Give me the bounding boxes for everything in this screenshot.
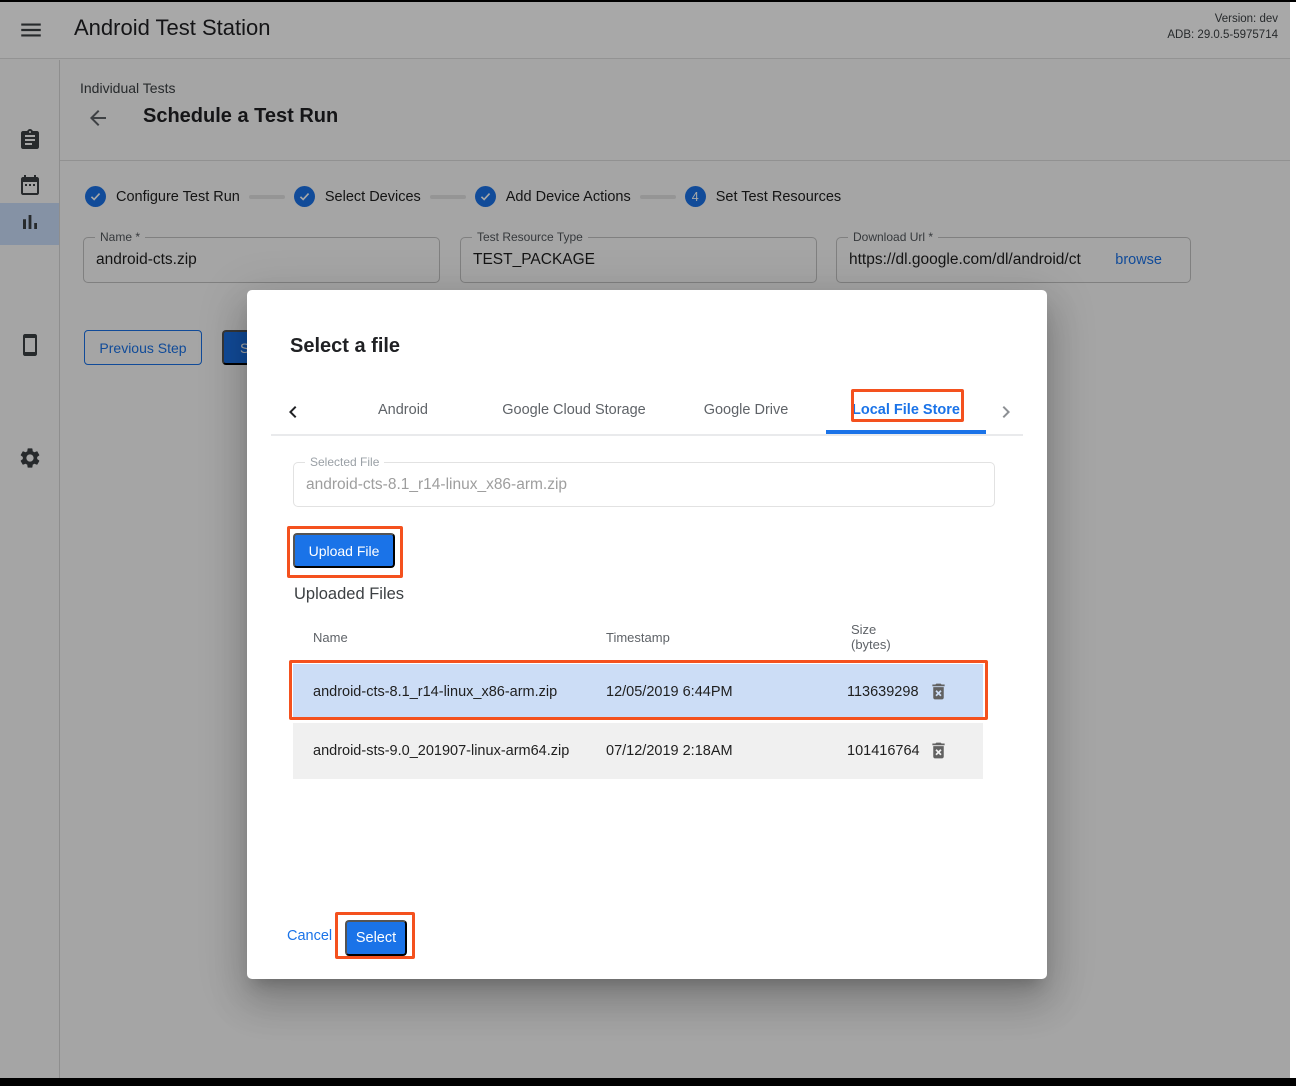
uploaded-files-heading: Uploaded Files: [294, 585, 404, 604]
selected-file-field: Selected File android-cts-8.1_r14-linux_…: [293, 462, 995, 507]
column-header-size-line2: (bytes): [851, 637, 891, 652]
table-row[interactable]: android-sts-9.0_201907-linux-arm64.zip 0…: [293, 723, 983, 779]
size-cell: 101416764: [847, 723, 929, 779]
timestamp-cell: 12/05/2019 6:44PM: [606, 664, 733, 720]
column-header-size-line1: Size: [851, 622, 891, 637]
tabs-underline: [271, 434, 1023, 436]
table-row-selected[interactable]: android-cts-8.1_r14-linux_x86-arm.zip 12…: [293, 664, 983, 720]
column-header-name: Name: [313, 630, 348, 645]
tabs-scroll-left-icon[interactable]: [281, 400, 305, 424]
column-header-size: Size (bytes): [851, 622, 891, 652]
tab-google-cloud-storage[interactable]: Google Cloud Storage: [494, 386, 654, 434]
delete-forever-icon[interactable]: [927, 681, 949, 703]
active-tab-ink-bar: [826, 430, 986, 434]
selected-file-value: android-cts-8.1_r14-linux_x86-arm.zip: [306, 463, 567, 506]
tab-local-file-store[interactable]: Local File Store: [826, 386, 986, 434]
select-button[interactable]: Select: [345, 920, 407, 956]
file-name-cell: android-cts-8.1_r14-linux_x86-arm.zip: [313, 664, 557, 720]
window-frame-top: [0, 0, 1296, 2]
column-header-timestamp: Timestamp: [606, 630, 670, 645]
timestamp-cell: 07/12/2019 2:18AM: [606, 723, 733, 779]
file-name-cell: android-sts-9.0_201907-linux-arm64.zip: [313, 723, 569, 779]
size-cell: 113639298: [847, 664, 929, 720]
window-frame-bottom: [0, 1078, 1296, 1086]
dialog-title: Select a file: [290, 335, 400, 358]
upload-file-button[interactable]: Upload File: [293, 533, 395, 568]
select-file-dialog: Select a file Android Google Cloud Stora…: [247, 290, 1047, 979]
browser-scrollbar[interactable]: [1290, 0, 1296, 1086]
tabs-scroll-right-icon[interactable]: [994, 400, 1018, 424]
tab-android[interactable]: Android: [323, 386, 483, 434]
delete-forever-icon[interactable]: [927, 740, 949, 762]
cancel-button[interactable]: Cancel: [287, 928, 332, 944]
tab-google-drive[interactable]: Google Drive: [666, 386, 826, 434]
